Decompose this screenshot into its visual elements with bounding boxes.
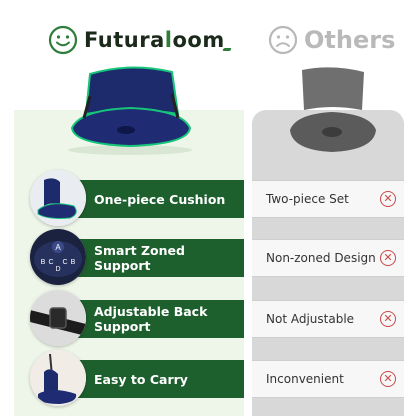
x-circle-icon: ✕ — [380, 250, 396, 266]
one-piece-cushion-icon — [30, 170, 86, 226]
other-label: Inconvenient — [266, 372, 344, 386]
others-title: Others — [304, 26, 396, 54]
x-circle-icon: ✕ — [380, 371, 396, 387]
feature-label: Easy to Carry — [94, 371, 188, 387]
adjustable-strap-icon — [30, 290, 86, 346]
brand-name: Futuraloom — [84, 28, 232, 52]
zone-c2-label: C — [62, 259, 67, 266]
feature-row-carry: Easy to Carry — [76, 360, 244, 398]
other-label: Two-piece Set — [266, 192, 349, 206]
futuraloom-cushion-image — [68, 66, 192, 155]
feature-row-zoned: Smart Zoned Support — [76, 239, 244, 277]
feature-row-adjustable: Adjustable Back Support — [76, 300, 244, 338]
other-row-non-zoned: Non-zoned Design ✕ — [252, 239, 404, 277]
other-row-two-piece: Two-piece Set ✕ — [252, 180, 404, 218]
zone-b1-label: B — [41, 259, 46, 266]
x-circle-icon: ✕ — [380, 191, 396, 207]
other-row-not-adjustable: Not Adjustable ✕ — [252, 300, 404, 338]
others-cushion-image — [290, 67, 376, 152]
brand-header: Futuraloom — [48, 20, 232, 60]
zone-a-label: A — [55, 243, 61, 252]
carry-icon — [30, 350, 86, 406]
zone-d-label: D — [55, 266, 60, 273]
zoned-support-icon: A B C D C B — [30, 229, 86, 285]
other-label: Not Adjustable — [266, 312, 355, 326]
smile-icon — [48, 25, 78, 55]
feature-row-one-piece: One-piece Cushion — [76, 180, 244, 218]
zone-b2-label: B — [71, 259, 76, 266]
other-row-inconvenient: Inconvenient ✕ — [252, 360, 404, 398]
feature-label: One-piece Cushion — [94, 191, 226, 207]
feature-label: Adjustable Back Support — [94, 304, 208, 334]
other-label: Non-zoned Design — [266, 251, 376, 265]
zone-c1-label: C — [48, 259, 53, 266]
frown-icon — [268, 25, 298, 55]
feature-label: Smart Zoned Support — [94, 243, 185, 273]
x-circle-icon: ✕ — [380, 311, 396, 327]
others-header: Others — [268, 20, 395, 60]
